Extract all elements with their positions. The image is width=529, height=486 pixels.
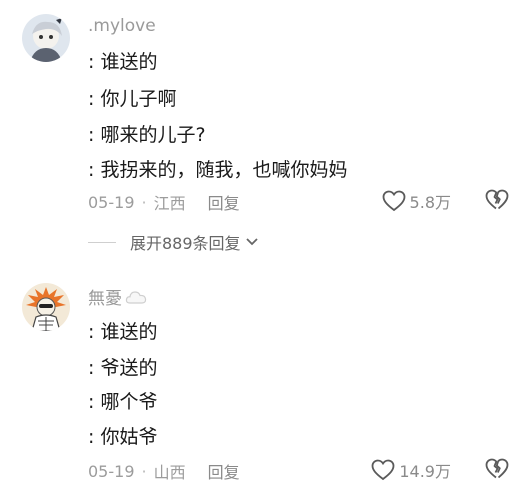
divider — [88, 241, 116, 243]
expand-replies-label: 展开889条回复 — [130, 234, 241, 253]
comment-date: 05-19 — [88, 461, 135, 481]
comment-line: : 爷送的 — [88, 357, 158, 379]
avatar[interactable] — [22, 14, 70, 62]
username[interactable]: .mylove — [88, 16, 156, 36]
username-text: 無憂 — [88, 289, 122, 309]
chevron-down-icon — [245, 238, 258, 246]
like-button[interactable]: 14.9万 — [371, 458, 451, 482]
comment-line: : 我拐来的，随我，也喊你妈妈 — [88, 159, 348, 181]
like-count: 5.8万 — [409, 193, 451, 212]
like-button[interactable]: 5.8万 — [382, 189, 451, 213]
reply-button[interactable]: 回复 — [208, 459, 240, 483]
separator-dot: · — [141, 461, 147, 481]
broken-heart-icon — [485, 458, 509, 479]
comment-meta: 05-19 · 江西 回复 — [88, 190, 240, 214]
comment-line: : 哪来的儿子? — [88, 124, 206, 146]
comment-line: : 谁送的 — [88, 321, 158, 343]
dislike-button[interactable] — [485, 458, 509, 484]
separator-dot: · — [141, 192, 147, 212]
expand-replies-button[interactable]: 展开889条回复 — [88, 230, 259, 254]
comment-line: : 哪个爷 — [88, 391, 158, 413]
username[interactable]: 無憂 — [88, 284, 147, 309]
broken-heart-icon — [485, 189, 509, 210]
comment-location: 山西 — [153, 463, 186, 482]
like-count: 14.9万 — [399, 462, 451, 481]
dislike-button[interactable] — [485, 189, 509, 215]
comment-line: : 谁送的 — [88, 51, 158, 73]
reply-button[interactable]: 回复 — [208, 190, 240, 214]
comment-meta: 05-19 · 山西 回复 — [88, 459, 240, 483]
comment-location: 江西 — [153, 194, 186, 213]
comment-line: : 你儿子啊 — [88, 88, 177, 110]
heart-outline-icon — [371, 459, 395, 481]
comment-date: 05-19 — [88, 192, 135, 212]
heart-outline-icon — [382, 190, 405, 212]
comment-line: : 你姑爷 — [88, 426, 158, 448]
avatar[interactable] — [22, 283, 70, 331]
cloud-icon — [125, 290, 147, 304]
